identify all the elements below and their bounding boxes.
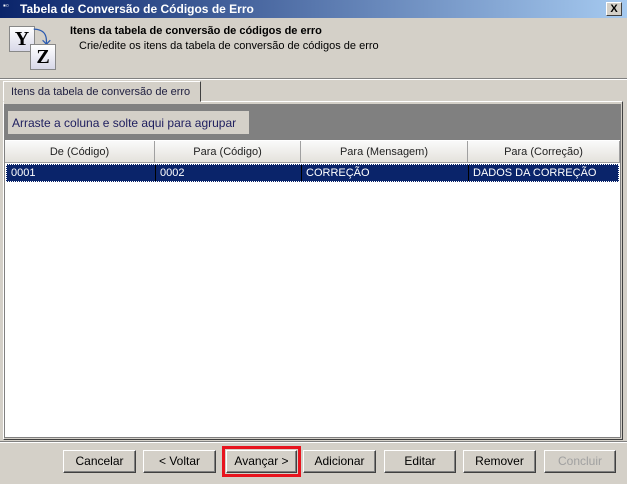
cell-para-mensagem[interactable]: CORREÇÃO <box>302 165 469 181</box>
add-button[interactable]: Adicionar <box>303 450 376 473</box>
back-button[interactable]: < Voltar <box>143 450 216 473</box>
cell-de-codigo[interactable]: 0001 <box>7 165 156 181</box>
cell-para-codigo[interactable]: 0002 <box>156 165 302 181</box>
footer-divider <box>0 441 627 443</box>
page-title: Itens da tabela de conversão de códigos … <box>70 25 322 37</box>
app-icon: ▪▫ <box>3 1 9 10</box>
column-header-para-codigo[interactable]: Para (Código) <box>155 141 301 163</box>
page-subtitle: Crie/edite os itens da tabela de convers… <box>79 40 379 52</box>
table-row[interactable]: 0001 0002 CORREÇÃO DADOS DA CORREÇÃO <box>6 164 619 182</box>
finish-button[interactable]: Concluir <box>544 450 616 473</box>
tab-items[interactable]: Itens da tabela de conversão de erro <box>3 81 201 102</box>
remove-button[interactable]: Remover <box>463 450 536 473</box>
header-divider <box>0 78 627 80</box>
column-header-de-codigo[interactable]: De (Código) <box>5 141 155 163</box>
cancel-button[interactable]: Cancelar <box>63 450 136 473</box>
z-letter-icon: Z <box>30 44 56 70</box>
edit-button[interactable]: Editar <box>384 450 456 473</box>
window-title: Tabela de Conversão de Códigos de Erro <box>20 2 254 16</box>
column-header-para-mensagem[interactable]: Para (Mensagem) <box>301 141 468 163</box>
next-button[interactable]: Avançar > <box>226 450 297 473</box>
cell-para-correcao[interactable]: DADOS DA CORREÇÃO <box>469 165 618 181</box>
group-by-hint: Arraste a coluna e solte aqui para agrup… <box>8 111 249 134</box>
column-header-para-correcao[interactable]: Para (Correção) <box>468 141 620 163</box>
data-grid[interactable]: De (Código) Para (Código) Para (Mensagem… <box>4 139 621 438</box>
close-button[interactable]: X <box>606 2 622 16</box>
title-bar[interactable]: ▪▫ Tabela de Conversão de Códigos de Err… <box>0 0 627 18</box>
